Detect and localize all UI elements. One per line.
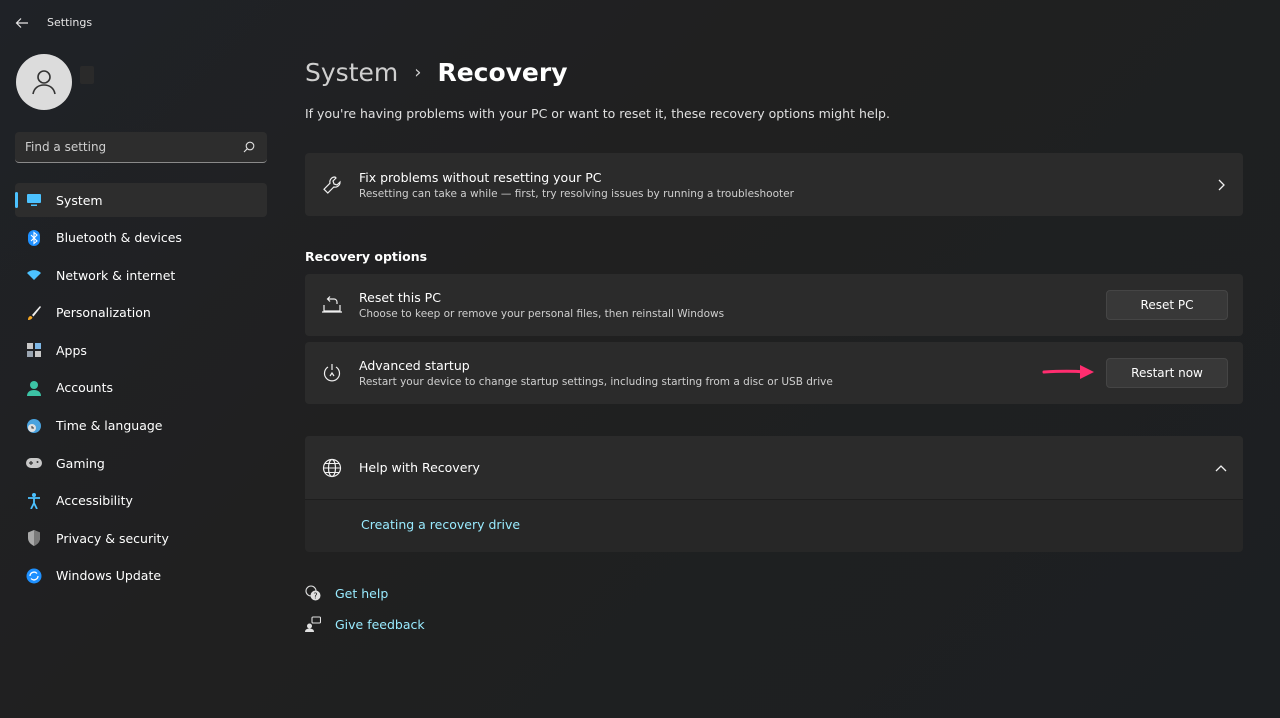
- wrench-icon: [305, 175, 359, 195]
- sidebar-item-label: Accounts: [56, 380, 113, 396]
- sidebar-item-label: Bluetooth & devices: [56, 230, 182, 246]
- title-bar: Settings: [0, 0, 1280, 46]
- give-feedback-link[interactable]: Give feedback: [305, 614, 425, 634]
- search-input[interactable]: [25, 140, 241, 154]
- sidebar-item-label: System: [56, 192, 103, 208]
- reset-pc-icon: [305, 295, 359, 315]
- annotation-arrow: [1042, 365, 1094, 379]
- feedback-icon: [305, 616, 321, 632]
- accessibility-icon: [26, 492, 42, 509]
- card-title: Fix problems without resetting your PC: [359, 169, 602, 185]
- help-with-recovery-panel: Help with Recovery Creating a recovery d…: [305, 436, 1243, 552]
- advanced-startup-icon: [305, 363, 359, 383]
- fix-problems-card[interactable]: Fix problems without resetting your PC R…: [305, 153, 1243, 216]
- bluetooth-icon: [26, 229, 42, 246]
- monitor-icon: [26, 192, 42, 208]
- creating-recovery-drive-link[interactable]: Creating a recovery drive: [305, 500, 1243, 532]
- chevron-right-icon: [1199, 179, 1243, 191]
- shield-icon: [26, 530, 42, 547]
- apps-icon: [26, 342, 42, 358]
- reset-pc-button[interactable]: Reset PC: [1106, 290, 1228, 320]
- chevron-up-icon[interactable]: [1199, 464, 1243, 472]
- brush-icon: [26, 305, 42, 321]
- sidebar-item-bluetooth[interactable]: Bluetooth & devices: [15, 221, 267, 255]
- breadcrumb-parent[interactable]: System: [305, 58, 398, 87]
- sidebar-nav: System Bluetooth & devices Network & int…: [15, 183, 267, 597]
- sidebar-item-label: Personalization: [56, 305, 151, 321]
- card-title: Advanced startup: [359, 358, 470, 373]
- breadcrumb-separator: ›: [414, 61, 422, 83]
- get-help-link[interactable]: ? Get help: [305, 583, 425, 603]
- globe-icon: [305, 458, 359, 478]
- reset-pc-card: Reset this PC Choose to keep or remove y…: [305, 274, 1243, 336]
- sidebar-item-label: Network & internet: [56, 267, 176, 283]
- sidebar-item-system[interactable]: System: [15, 183, 267, 217]
- card-title: Reset this PC: [359, 290, 441, 305]
- sidebar-item-time-language[interactable]: Time & language: [15, 409, 267, 443]
- wifi-icon: [26, 267, 42, 283]
- breadcrumb: System › Recovery: [305, 54, 568, 90]
- back-button[interactable]: [10, 11, 34, 35]
- help-header[interactable]: Help with Recovery: [305, 436, 1243, 500]
- card-description: Restart your device to change startup se…: [359, 376, 833, 388]
- sidebar-item-network[interactable]: Network & internet: [15, 258, 267, 292]
- advanced-startup-card: Advanced startup Restart your device to …: [305, 342, 1243, 404]
- sidebar-item-label: Accessibility: [56, 493, 133, 509]
- gamepad-icon: [26, 455, 42, 471]
- sidebar-item-label: Windows Update: [56, 568, 162, 584]
- back-arrow-icon: [15, 18, 28, 28]
- app-title: Settings: [47, 16, 93, 29]
- footer-links: ? Get help Give feedback: [305, 583, 425, 645]
- search-icon[interactable]: [241, 139, 257, 155]
- section-heading-recovery-options: Recovery options: [305, 249, 428, 264]
- sidebar-item-apps[interactable]: Apps: [15, 333, 267, 367]
- page-title: Recovery: [437, 57, 568, 87]
- svg-text:?: ?: [313, 592, 317, 601]
- update-icon: [26, 568, 42, 584]
- sidebar-item-windows-update[interactable]: Windows Update: [15, 559, 267, 593]
- search-box[interactable]: [15, 132, 267, 163]
- sidebar: System Bluetooth & devices Network & int…: [0, 46, 280, 718]
- get-help-label: Get help: [335, 585, 389, 601]
- card-description: Choose to keep or remove your personal f…: [359, 308, 725, 320]
- sidebar-item-label: Apps: [56, 342, 87, 358]
- page-description: If you're having problems with your PC o…: [305, 106, 890, 121]
- give-feedback-label: Give feedback: [335, 616, 425, 632]
- sidebar-item-gaming[interactable]: Gaming: [15, 446, 267, 480]
- user-icon: [32, 70, 56, 95]
- card-description: Resetting can take a while — first, try …: [359, 187, 794, 200]
- help-chat-icon: ?: [305, 585, 321, 601]
- help-title: Help with Recovery: [359, 460, 480, 475]
- globe-clock-icon: [26, 418, 42, 434]
- sidebar-item-label: Gaming: [56, 455, 105, 471]
- sidebar-item-personalization[interactable]: Personalization: [15, 296, 267, 330]
- sidebar-item-accessibility[interactable]: Accessibility: [15, 484, 267, 518]
- avatar[interactable]: [16, 54, 72, 110]
- restart-now-button[interactable]: Restart now: [1106, 358, 1228, 388]
- sidebar-item-privacy[interactable]: Privacy & security: [15, 521, 267, 555]
- sidebar-item-label: Time & language: [56, 418, 163, 434]
- accounts-icon: [26, 380, 42, 396]
- sidebar-item-label: Privacy & security: [56, 530, 169, 546]
- sidebar-item-accounts[interactable]: Accounts: [15, 371, 267, 405]
- user-name-redacted: [80, 66, 94, 84]
